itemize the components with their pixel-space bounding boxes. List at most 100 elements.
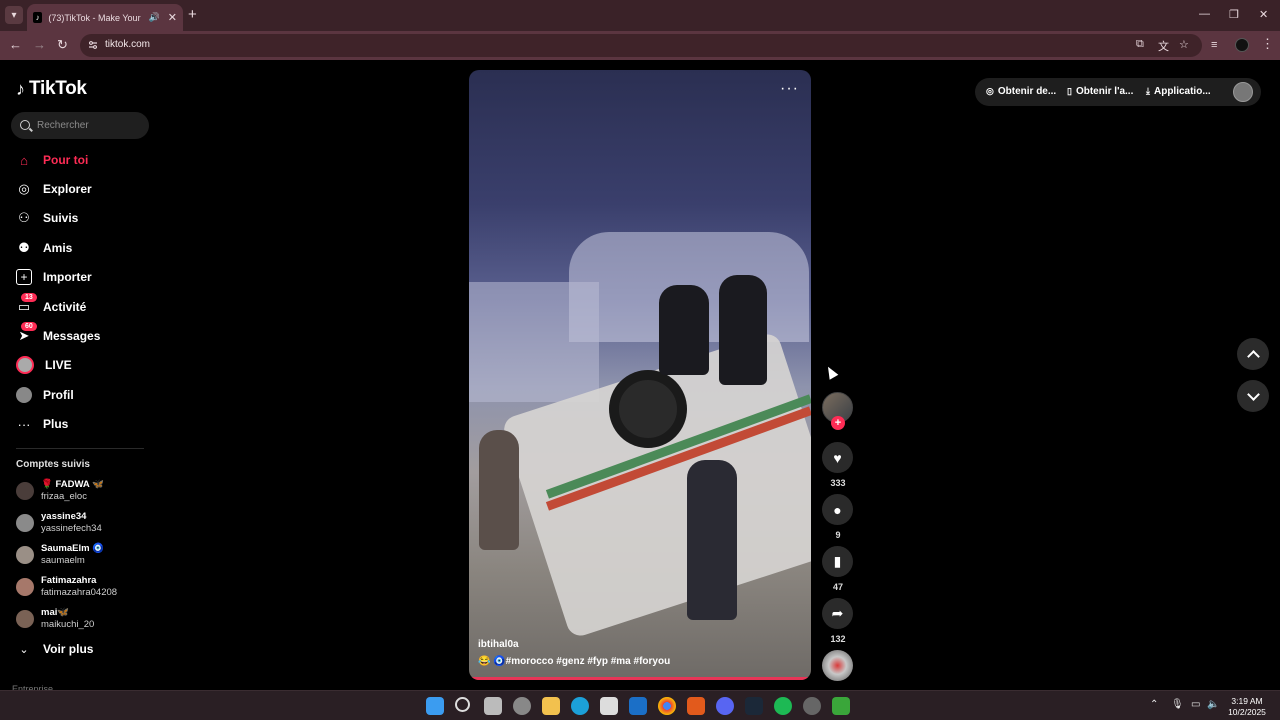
user-avatar[interactable] <box>1233 82 1253 102</box>
bookmark-star-icon[interactable]: ☆ <box>1179 38 1189 51</box>
spotify-icon[interactable] <box>774 697 792 715</box>
nav-plus[interactable]: ··· Plus <box>16 413 69 435</box>
get-coins-label: Obtenir de... <box>997 86 1057 97</box>
browser-tab[interactable]: ♪ (73)TikTok - Make Your Day 🔊 ✕ <box>27 4 183 31</box>
following-icon: ⚇ <box>18 210 30 225</box>
tab-search-button[interactable]: ▾ <box>5 6 23 24</box>
video-scene-person <box>687 460 737 620</box>
followed-account[interactable]: yassine34 yassinefech34 <box>16 511 102 535</box>
nav-profil[interactable]: Profil <box>16 384 74 406</box>
chrome-icon[interactable] <box>658 697 676 715</box>
site-info-icon[interactable] <box>88 40 98 50</box>
nav-amis[interactable]: ⚉ Amis <box>16 237 72 259</box>
music-disc-icon[interactable] <box>822 650 853 681</box>
see-more-label: Voir plus <box>43 642 94 656</box>
tray-overflow-icon[interactable]: ⌃ <box>1150 699 1158 710</box>
steam-icon[interactable] <box>745 697 763 715</box>
follow-plus-icon[interactable]: + <box>831 416 845 430</box>
app-icon[interactable] <box>687 697 705 715</box>
like-count: 333 <box>830 478 846 488</box>
followed-account[interactable]: 🌹 FADWA 🦋 frizaa_eloc <box>16 479 104 503</box>
restore-icon[interactable]: ❐ <box>1229 8 1239 21</box>
address-bar[interactable]: tiktok.com ⧉ 文 ☆ <box>80 34 1202 57</box>
clock-date: 10/2/2025 <box>1228 707 1266 717</box>
taskbar-clock[interactable]: 3:19 AM 10/2/2025 <box>1222 696 1272 718</box>
edge-icon[interactable] <box>571 697 589 715</box>
friends-icon: ⚉ <box>18 240 30 255</box>
save-count: 47 <box>832 582 843 592</box>
account-name: 🌹 FADWA 🦋 <box>41 479 104 490</box>
comment-count: 9 <box>835 530 841 540</box>
store-icon[interactable] <box>600 697 618 715</box>
search-input[interactable]: Rechercher <box>11 112 149 139</box>
nav-label: Activité <box>43 300 87 314</box>
video-player[interactable]: ··· ibtihal0a 😂 🧿#morocco #genz #fyp #ma… <box>469 70 811 680</box>
settings-icon[interactable] <box>513 697 531 715</box>
video-progress-bar[interactable] <box>469 677 811 680</box>
previous-video-button[interactable] <box>1237 338 1269 370</box>
video-scene-person <box>719 275 767 385</box>
chrome-menu-icon[interactable]: ⋮ <box>1261 36 1274 52</box>
mouse-cursor-icon <box>823 364 839 380</box>
activity-icon: ▭ 13 <box>16 293 37 315</box>
microphone-icon[interactable]: 🎙 <box>1171 699 1184 710</box>
file-explorer-icon[interactable] <box>542 697 560 715</box>
nav-importer[interactable]: + Importer <box>16 266 92 288</box>
account-name: mai🦋 <box>41 607 70 618</box>
translate-icon[interactable]: 文 <box>1158 38 1169 54</box>
video-scene-wall <box>469 282 599 402</box>
chrome-profile-avatar[interactable] <box>1235 38 1249 52</box>
followed-account[interactable]: mai🦋 maikuchi_20 <box>16 607 94 631</box>
share-button[interactable]: ➦ <box>822 598 853 629</box>
chevron-down-icon <box>1246 387 1260 401</box>
next-video-button[interactable] <box>1237 380 1269 412</box>
audio-playing-icon[interactable]: 🔊 <box>149 12 160 23</box>
video-caption[interactable]: 😂 🧿#morocco #genz #fyp #ma #foryou <box>478 656 670 667</box>
followed-account[interactable]: SaumaElm 🧿 saumaelm <box>16 543 104 567</box>
nav-label: Plus <box>43 417 69 431</box>
new-tab-button[interactable]: + <box>188 6 197 23</box>
save-button[interactable]: ▮ <box>822 546 853 577</box>
outlook-icon[interactable] <box>629 697 647 715</box>
app-icon[interactable] <box>803 697 821 715</box>
volume-icon[interactable]: 🔈 <box>1207 699 1219 710</box>
desktop-app-button[interactable]: ⤓ Applicatio... <box>1146 86 1211 97</box>
network-icon[interactable]: ▭ <box>1191 699 1200 710</box>
profile-avatar-icon <box>16 387 32 403</box>
reload-icon[interactable]: ↻ <box>57 37 68 53</box>
video-author[interactable]: ibtihal0a <box>478 639 519 650</box>
browser-toolbar: ← → ↻ tiktok.com ⧉ 文 ☆ ≡ ⋮ <box>0 31 1280 60</box>
nav-messages[interactable]: ➤ 60 Messages <box>16 322 100 347</box>
app-icon[interactable] <box>832 697 850 715</box>
media-controls-icon[interactable]: ≡ <box>1211 39 1217 51</box>
cast-icon[interactable]: ⧉ <box>1136 38 1144 51</box>
close-tab-icon[interactable]: ✕ <box>168 11 177 24</box>
like-button[interactable]: ♥ <box>822 442 853 473</box>
get-coins-button[interactable]: ◎ Obtenir de... <box>986 86 1056 97</box>
forward-icon[interactable]: → <box>33 37 46 52</box>
comment-button[interactable]: ● <box>822 494 853 525</box>
close-window-icon[interactable]: ✕ <box>1259 8 1268 21</box>
nav-suivis[interactable]: ⚇ Suivis <box>16 207 78 229</box>
back-icon[interactable]: ← <box>9 37 22 52</box>
windows-start-icon[interactable] <box>426 697 444 715</box>
nav-pour-toi[interactable]: ⌂ Pour toi <box>16 149 88 171</box>
nav-activite[interactable]: ▭ 13 Activité <box>16 293 87 318</box>
account-handle: maikuchi_20 <box>41 619 95 630</box>
avatar <box>16 482 34 500</box>
tiktok-logo[interactable]: ♪ TikTok <box>16 78 87 100</box>
get-app-button[interactable]: ▯ Obtenir l'a... <box>1067 86 1133 97</box>
see-more-button[interactable]: ⌄ Voir plus <box>16 642 93 656</box>
taskbar-search-icon[interactable] <box>455 697 470 712</box>
video-scene-wheel <box>609 370 687 448</box>
minimize-icon[interactable]: — <box>1199 8 1210 20</box>
nav-explorer[interactable]: ◎ Explorer <box>16 178 91 200</box>
followed-account[interactable]: Fatimazahra fatimazahra04208 <box>16 575 117 599</box>
avatar <box>16 514 34 532</box>
messages-icon: ➤ 60 <box>16 322 37 344</box>
discord-icon[interactable] <box>716 697 734 715</box>
nav-live[interactable]: LIVE <box>16 354 72 376</box>
nav-label: Pour toi <box>43 153 89 167</box>
task-view-icon[interactable] <box>484 697 502 715</box>
video-more-options-icon[interactable]: ··· <box>780 80 799 98</box>
